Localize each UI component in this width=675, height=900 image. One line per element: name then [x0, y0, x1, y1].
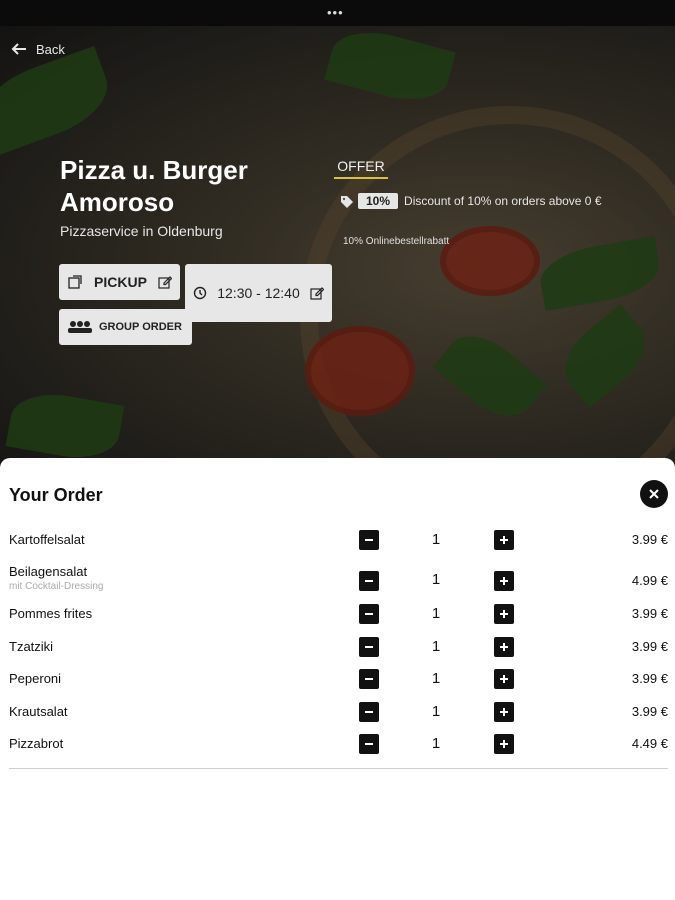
decrease-quantity-button[interactable] — [359, 702, 379, 722]
decrease-quantity-button[interactable] — [359, 637, 379, 657]
time-slot-value: 12:30 - 12:40 — [217, 284, 300, 301]
edit-icon[interactable] — [310, 286, 324, 300]
increase-quantity-button[interactable] — [494, 530, 514, 550]
plus-icon — [500, 643, 508, 651]
order-divider — [9, 768, 668, 769]
more-dots-icon[interactable]: ••• — [327, 6, 344, 19]
item-price: 3.99 € — [631, 606, 668, 621]
item-name: Krautsalat — [9, 704, 68, 719]
item-price: 4.49 € — [631, 736, 668, 751]
plus-icon — [500, 675, 508, 683]
plus-icon — [500, 536, 508, 544]
item-note: mit Cocktail-Dressing — [9, 581, 104, 592]
restaurant-subtitle: Pizzaservice in Oldenburg — [60, 223, 223, 239]
increase-quantity-button[interactable] — [494, 571, 514, 591]
item-name: Pizzabrot — [9, 736, 64, 751]
increase-quantity-button[interactable] — [494, 604, 514, 624]
order-sheet: Your Order Kartoffelsalat 1 3.99 € Beilagen… — [0, 458, 675, 900]
item-quantity: 1 — [431, 571, 441, 588]
item-quantity: 1 — [431, 670, 441, 687]
increase-quantity-button[interactable] — [494, 702, 514, 722]
item-name: Tzatziki — [9, 639, 54, 654]
order-title: Your Order — [9, 485, 103, 505]
offer-heading: OFFER — [334, 158, 388, 179]
close-icon — [649, 489, 659, 499]
increase-quantity-button[interactable] — [494, 669, 514, 689]
minus-icon — [365, 711, 373, 713]
item-price: 3.99 € — [631, 532, 668, 547]
back-button[interactable]: Back — [10, 40, 65, 58]
offer-text: Discount of 10% on orders above 0 € — [404, 194, 602, 208]
item-price: 4.99 € — [631, 573, 668, 588]
decrease-quantity-button[interactable] — [359, 734, 379, 754]
item-name: Pommes frites — [9, 606, 93, 621]
item-name: Peperoni — [9, 671, 62, 686]
pickup-button[interactable]: PICKUP — [59, 264, 180, 300]
back-arrow-icon — [11, 43, 26, 55]
item-name: Kartoffelsalat — [9, 532, 85, 547]
group-order-label: GROUP ORDER — [99, 321, 182, 333]
restaurant-hero: Back Pizza u. Burger Amoroso Pizzaservic… — [0, 26, 675, 466]
decrease-quantity-button[interactable] — [359, 669, 379, 689]
increase-quantity-button[interactable] — [494, 734, 514, 754]
decrease-quantity-button[interactable] — [359, 571, 379, 591]
decrease-quantity-button[interactable] — [359, 530, 379, 550]
item-name: Beilagensalat — [9, 564, 88, 579]
order-type-icon — [68, 275, 82, 289]
edit-icon[interactable] — [158, 275, 172, 289]
close-button[interactable] — [640, 480, 668, 508]
plus-icon — [500, 708, 508, 716]
offer-percent-badge: 10% — [358, 193, 399, 209]
minus-icon — [365, 539, 373, 541]
item-quantity: 1 — [431, 735, 441, 752]
restaurant-name: Pizza u. Burger Amoroso — [60, 155, 248, 217]
item-price: 3.99 € — [631, 639, 668, 654]
plus-icon — [500, 577, 508, 585]
item-price: 3.99 € — [631, 671, 668, 686]
back-label: Back — [36, 41, 65, 57]
minus-icon — [365, 678, 373, 680]
group-order-button[interactable]: GROUP ORDER — [59, 309, 192, 345]
offer-subtext: 10% Onlinebestellrabatt — [343, 236, 450, 247]
tag-icon — [341, 195, 353, 208]
decrease-quantity-button[interactable] — [359, 604, 379, 624]
clock-icon — [193, 286, 207, 300]
top-bar: ••• — [0, 0, 675, 26]
item-quantity: 1 — [431, 605, 441, 622]
pickup-label: PICKUP — [94, 274, 147, 290]
minus-icon — [365, 743, 373, 745]
minus-icon — [365, 580, 373, 582]
plus-icon — [500, 610, 508, 618]
group-icon — [68, 321, 92, 333]
offer-details: 10% Discount of 10% on orders above 0 € — [340, 192, 620, 211]
plus-icon — [500, 740, 508, 748]
minus-icon — [365, 646, 373, 648]
item-price: 3.99 € — [631, 704, 668, 719]
minus-icon — [365, 613, 373, 615]
time-slot-button[interactable]: 12:30 - 12:40 — [185, 264, 332, 322]
increase-quantity-button[interactable] — [494, 637, 514, 657]
item-quantity: 1 — [431, 638, 441, 655]
item-quantity: 1 — [431, 531, 441, 548]
hero-overlay — [0, 26, 675, 466]
item-quantity: 1 — [431, 703, 441, 720]
